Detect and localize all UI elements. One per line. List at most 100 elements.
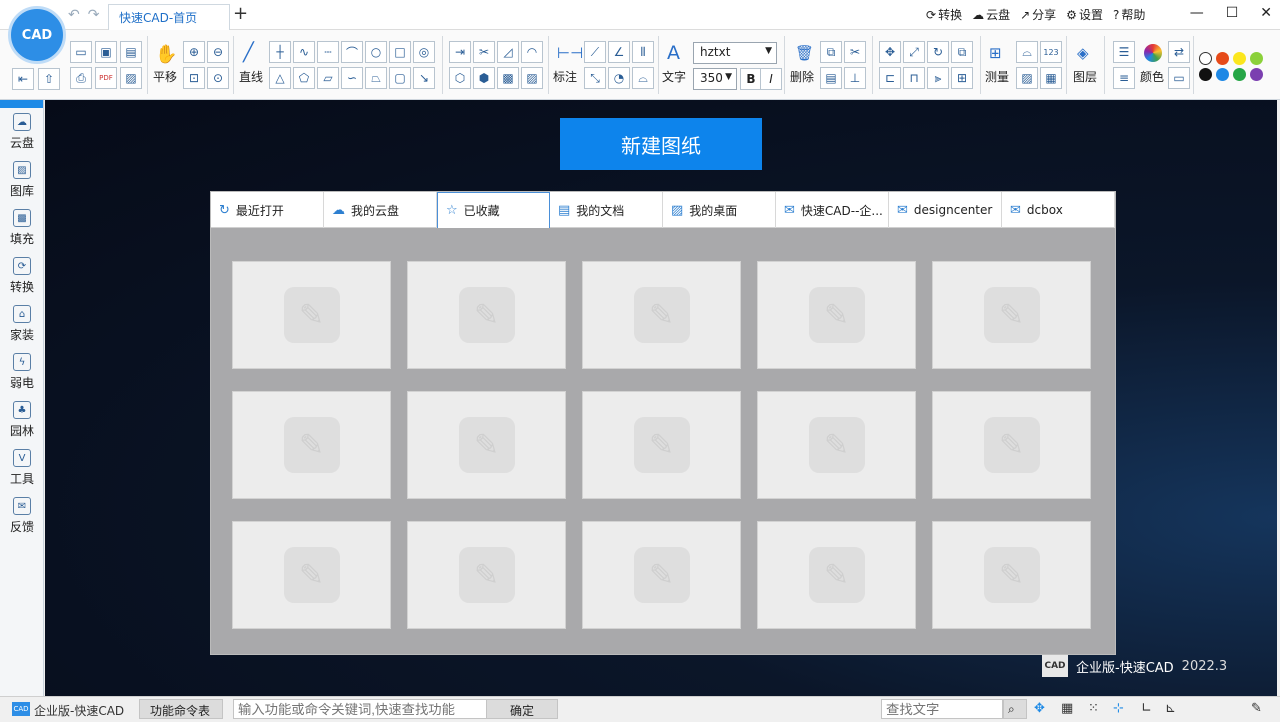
scale-icon[interactable]: ⤢	[903, 41, 925, 63]
aligned-dim-icon[interactable]: ⟋	[584, 41, 606, 63]
polar-icon[interactable]: ⊾	[1165, 701, 1176, 716]
dimension-label[interactable]: 标注	[553, 68, 577, 85]
drawing-thumbnail[interactable]: ✎	[407, 261, 566, 369]
paste-icon[interactable]: ▤	[820, 67, 842, 89]
color-swatch[interactable]	[1199, 68, 1212, 81]
find-text-input[interactable]	[881, 699, 1003, 719]
edit-icon[interactable]: ✎	[1251, 701, 1262, 716]
file-tab[interactable]: ▤ 我的文档	[550, 192, 663, 228]
drawing-thumbnail[interactable]: ✎	[232, 261, 391, 369]
polyline-icon[interactable]: ∿	[293, 41, 315, 63]
zoom-out-icon[interactable]: ⊖	[207, 41, 229, 63]
new-drawing-button[interactable]: 新建图纸	[560, 118, 762, 170]
delete-label[interactable]: 删除	[790, 68, 814, 85]
ellipse-icon[interactable]: ◎	[413, 41, 435, 63]
linetype-icon[interactable]: ☰	[1113, 41, 1135, 63]
menu-cloud[interactable]: ☁ 云盘	[972, 6, 1010, 23]
drawing-thumbnail[interactable]: ✎	[582, 261, 741, 369]
file-tab[interactable]: ✉ 快速CAD--企...	[776, 192, 889, 228]
confirm-button[interactable]: 确定	[486, 699, 558, 719]
sidebar-item[interactable]: ⟳ 转换	[0, 252, 44, 300]
file-tab[interactable]: ☆ 已收藏	[437, 192, 550, 228]
sidebar-item[interactable]: V 工具	[0, 444, 44, 492]
trapezoid-icon[interactable]: ⏢	[365, 67, 387, 89]
file-tab[interactable]: ▨ 我的桌面	[663, 192, 776, 228]
drawing-thumbnail[interactable]: ✎	[932, 391, 1091, 499]
drawing-thumbnail[interactable]: ✎	[757, 391, 916, 499]
pdf-icon[interactable]: PDF	[95, 67, 117, 89]
leader-icon[interactable]: ⤡	[584, 67, 606, 89]
explode-icon[interactable]: ⊞	[951, 67, 973, 89]
color-swatch[interactable]	[1250, 68, 1263, 81]
drawing-thumbnail[interactable]: ✎	[932, 521, 1091, 629]
hand-icon[interactable]: ✋	[155, 44, 177, 65]
sidebar-item[interactable]: ☁ 云盘	[0, 108, 44, 156]
font-size-select[interactable]: 350 ▼	[693, 68, 737, 90]
drawing-thumbnail[interactable]: ✎	[757, 261, 916, 369]
hatch-icon[interactable]: ▩	[497, 67, 519, 89]
maximize-button[interactable]: ☐	[1226, 5, 1239, 21]
sidebar-item[interactable]: ⌂ 家装	[0, 300, 44, 348]
move-icon[interactable]: ✥	[879, 41, 901, 63]
open-folder-icon[interactable]: ▭	[70, 41, 92, 63]
zoom-window-icon[interactable]: ⊡	[183, 67, 205, 89]
file-tab[interactable]: ✉ dcbox	[1002, 192, 1115, 228]
pan-label[interactable]: 平移	[153, 68, 177, 85]
triangle-icon[interactable]: △	[269, 67, 291, 89]
drawing-thumbnail[interactable]: ✎	[407, 391, 566, 499]
minimize-button[interactable]: —	[1190, 5, 1204, 21]
chamfer-icon[interactable]: ◿	[497, 41, 519, 63]
layers-icon[interactable]: ◈	[1077, 44, 1089, 62]
rounded-rect-icon[interactable]: ▢	[389, 67, 411, 89]
upload-icon[interactable]: ⇧	[38, 68, 60, 90]
radius-dim-icon[interactable]: ◔	[608, 67, 630, 89]
sidebar-item[interactable]: ✉ 反馈	[0, 492, 44, 540]
zoom-in-icon[interactable]: ⊕	[183, 41, 205, 63]
color-label[interactable]: 颜色	[1140, 68, 1164, 85]
polygon-icon[interactable]: ⬡	[449, 67, 471, 89]
color-swatch[interactable]	[1216, 52, 1229, 65]
number-icon[interactable]: 123	[1040, 41, 1062, 63]
forward-arrow-icon[interactable]: ↷	[88, 7, 100, 23]
back-arrow-icon[interactable]: ↶	[68, 7, 80, 23]
menu-help[interactable]: ? 帮助	[1113, 6, 1145, 23]
arc-length-icon[interactable]: ⌓	[632, 67, 654, 89]
color-swatch[interactable]	[1216, 68, 1229, 81]
command-search-input[interactable]	[233, 699, 487, 719]
snap-icon[interactable]: ✥	[1034, 701, 1045, 716]
insert-image-icon[interactable]: ▨	[521, 67, 543, 89]
cut-icon[interactable]: ✂	[844, 41, 866, 63]
text-icon[interactable]: A	[667, 42, 680, 64]
menu-share[interactable]: ↗ 分享	[1020, 6, 1056, 23]
dot-grid-icon[interactable]: ⁙	[1088, 701, 1099, 716]
trim-icon[interactable]: ✂	[473, 41, 495, 63]
search-icon[interactable]: ⌕	[1003, 699, 1027, 719]
dash-line-icon[interactable]: ┄	[317, 41, 339, 63]
italic-button[interactable]: I	[760, 68, 782, 90]
grid-icon[interactable]: ▦	[1061, 701, 1073, 716]
measure-label[interactable]: 测量	[985, 68, 1009, 85]
font-select[interactable]: hztxt ▼	[693, 42, 777, 64]
color-swatch[interactable]	[1233, 52, 1246, 65]
table-icon[interactable]: ▦	[1040, 67, 1062, 89]
rotate-icon[interactable]: ↻	[927, 41, 949, 63]
drawing-thumbnail[interactable]: ✎	[932, 261, 1091, 369]
file-tab[interactable]: ↻ 最近打开	[211, 192, 324, 228]
extend-icon[interactable]: ⇥	[449, 41, 471, 63]
zoom-extents-icon[interactable]: ⊙	[207, 67, 229, 89]
drawing-thumbnail[interactable]: ✎	[757, 521, 916, 629]
circle-icon[interactable]: ○	[365, 41, 387, 63]
parallelogram-icon[interactable]: ▱	[317, 67, 339, 89]
menu-settings[interactable]: ⚙ 设置	[1066, 6, 1103, 23]
exit-icon[interactable]: ⇤	[12, 68, 34, 90]
arc-icon[interactable]: ⌒	[341, 41, 363, 63]
pentagon-icon[interactable]: ⬠	[293, 67, 315, 89]
drawing-thumbnail[interactable]: ✎	[407, 521, 566, 629]
ruler-icon[interactable]: ⊞	[989, 44, 1002, 62]
fillet-icon[interactable]: ◠	[521, 41, 543, 63]
line-icon[interactable]: ╱	[243, 42, 254, 63]
properties-icon[interactable]: ▭	[1168, 67, 1190, 89]
drawing-thumbnail[interactable]: ✎	[232, 391, 391, 499]
mirror-icon[interactable]: ⫸	[927, 67, 949, 89]
drawing-thumbnail[interactable]: ✎	[582, 391, 741, 499]
